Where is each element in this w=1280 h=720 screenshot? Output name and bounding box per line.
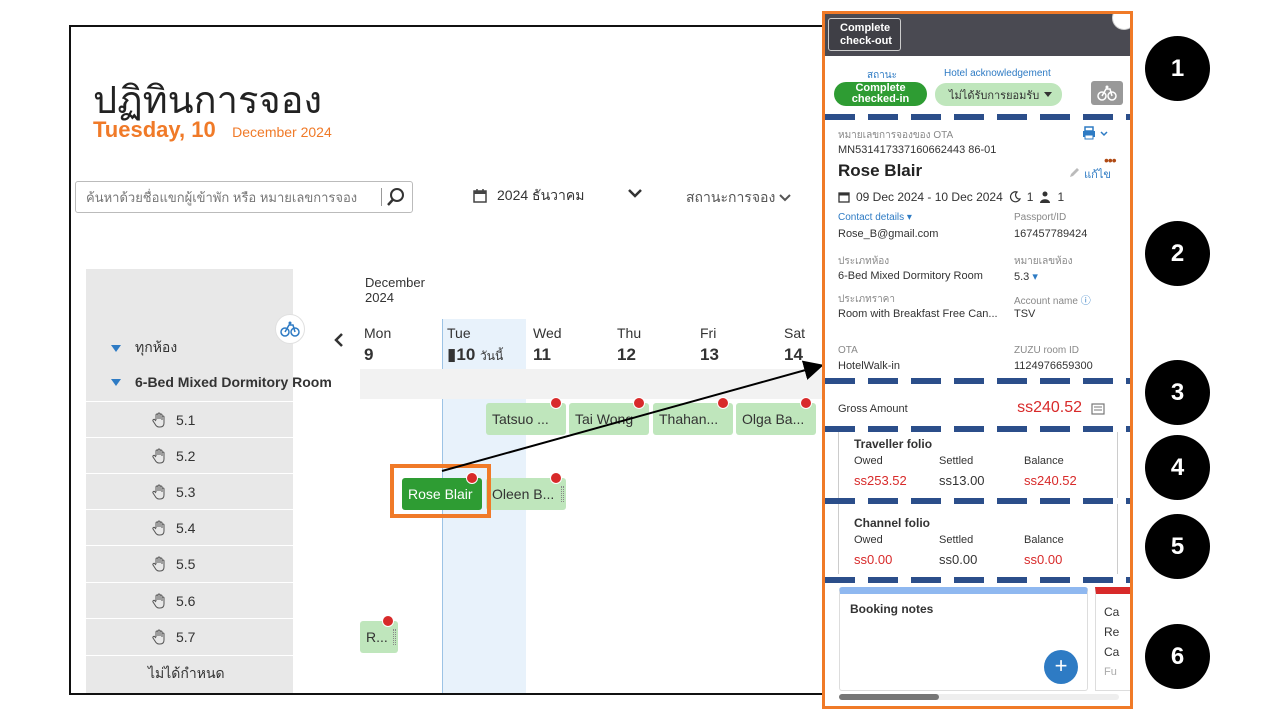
traveller-folio-title: Traveller folio [854, 437, 933, 451]
balance-label: Balance [1024, 534, 1064, 546]
scrollbar-thumb[interactable] [839, 694, 939, 700]
contact-details-toggle[interactable]: Contact details ▾ [838, 212, 912, 223]
printer-icon[interactable] [1082, 126, 1110, 140]
rate-label: ประเภทราคา [838, 294, 895, 305]
passport-label: Passport/ID [1014, 212, 1067, 223]
settled-label: Settled [939, 455, 974, 467]
step-marker-3: 3 [1145, 360, 1210, 425]
step-marker-4: 4 [1145, 435, 1210, 500]
traveller-balance: ss240.52 [1024, 473, 1077, 488]
housekeeping-button[interactable] [1091, 81, 1123, 105]
gross-label: Gross Amount [838, 403, 908, 415]
card2-line: Ca [1104, 645, 1120, 659]
person-icon [1040, 191, 1051, 203]
ack-select[interactable]: ไม่ได้รับการยอมรับ [935, 83, 1062, 106]
calendar-icon [838, 192, 850, 203]
room-no-value: 5.3 [1014, 271, 1030, 283]
account-label: Account name ⓘ [1014, 292, 1091, 307]
section-divider [825, 577, 1130, 583]
settled-label: Settled [939, 534, 974, 546]
ack-label: Hotel acknowledgement [944, 68, 1051, 79]
gross-value: ss240.52 [1017, 399, 1082, 416]
step-marker-1: 1 [1145, 36, 1210, 101]
passport-value: 167457789424 [1014, 228, 1088, 240]
caret-down-icon [1044, 92, 1052, 97]
ota-label: OTA [838, 345, 858, 356]
complete-checkout-button[interactable]: Complete check-out [828, 18, 901, 51]
channel-settled: ss0.00 [939, 552, 978, 567]
room-type-value: 6-Bed Mixed Dormitory Room [838, 270, 983, 282]
room-no-select[interactable]: 5.3 ▾ [1014, 270, 1038, 283]
status-label: สถานะ [867, 70, 897, 81]
ota-value: HotelWalk-in [838, 360, 900, 372]
panel-header: Complete check-out [825, 14, 1130, 56]
receipt-icon[interactable] [1091, 403, 1105, 415]
caret-down-icon: ▾ [1032, 271, 1038, 283]
traveller-settled: ss13.00 [939, 473, 985, 488]
booking-detail-panel: Complete check-out สถานะ Complete checke… [822, 11, 1133, 709]
contact-label: Contact details [838, 212, 905, 223]
booking-notes-title: Booking notes [850, 602, 934, 616]
card2-line: Fu [1104, 666, 1117, 678]
horizontal-scrollbar[interactable] [839, 694, 1119, 700]
guest-name: Rose Blair [838, 161, 923, 180]
ota-number: MN531417337160662443 86-01 [838, 144, 997, 156]
secondary-card[interactable]: Ca Re Ca Fu [1095, 587, 1130, 691]
room-type-label: ประเภทห้อง [838, 256, 890, 267]
moon-icon [1009, 191, 1021, 203]
account-label-text: Account name [1014, 296, 1078, 307]
account-value: TSV [1014, 308, 1036, 320]
more-icon[interactable]: ••• [1104, 152, 1117, 168]
guests-count: 1 [1057, 190, 1065, 204]
balance-label: Balance [1024, 455, 1064, 467]
step-marker-2: 2 [1145, 221, 1210, 286]
bicycle-icon [1097, 85, 1117, 101]
zuzu-label: ZUZU room ID [1014, 345, 1079, 356]
card2-line: Ca [1104, 605, 1120, 619]
ota-number-label: หมายเลขการจองของ OTA [838, 130, 954, 141]
traveller-owed: ss253.52 [854, 473, 907, 488]
edit-label: แก้ไข [1084, 169, 1111, 181]
ack-value: ไม่ได้รับการยอมรับ [949, 89, 1040, 102]
stay-dates: 09 Dec 2024 - 10 Dec 2024 [856, 190, 1003, 204]
zuzu-value: 1124976659300 [1014, 360, 1093, 372]
booking-notes-card: Booking notes + [839, 587, 1088, 691]
step-marker-6: 6 [1145, 624, 1210, 689]
add-note-button[interactable]: + [1044, 650, 1078, 684]
owed-label: Owed [854, 534, 883, 546]
channel-owed: ss0.00 [854, 552, 893, 567]
section-divider [825, 378, 1130, 384]
room-no-label: หมายเลขห้อง [1014, 256, 1073, 267]
status-badge[interactable]: Complete checked-in [834, 82, 927, 106]
close-icon[interactable] [1112, 14, 1130, 30]
step-marker-5: 5 [1145, 514, 1210, 579]
contact-value: Rose_B@gmail.com [838, 228, 939, 240]
nights-count: 1 [1026, 190, 1034, 204]
section-divider [825, 114, 1130, 120]
rate-value: Room with Breakfast Free Can... [838, 308, 998, 320]
card2-line: Re [1104, 625, 1120, 639]
channel-balance: ss0.00 [1024, 552, 1063, 567]
stay-info: 09 Dec 2024 - 10 Dec 2024 1 1 [838, 190, 1064, 204]
channel-folio-title: Channel folio [854, 516, 930, 530]
owed-label: Owed [854, 455, 883, 467]
info-icon[interactable]: ⓘ [1081, 296, 1091, 307]
pencil-icon [1070, 168, 1079, 177]
